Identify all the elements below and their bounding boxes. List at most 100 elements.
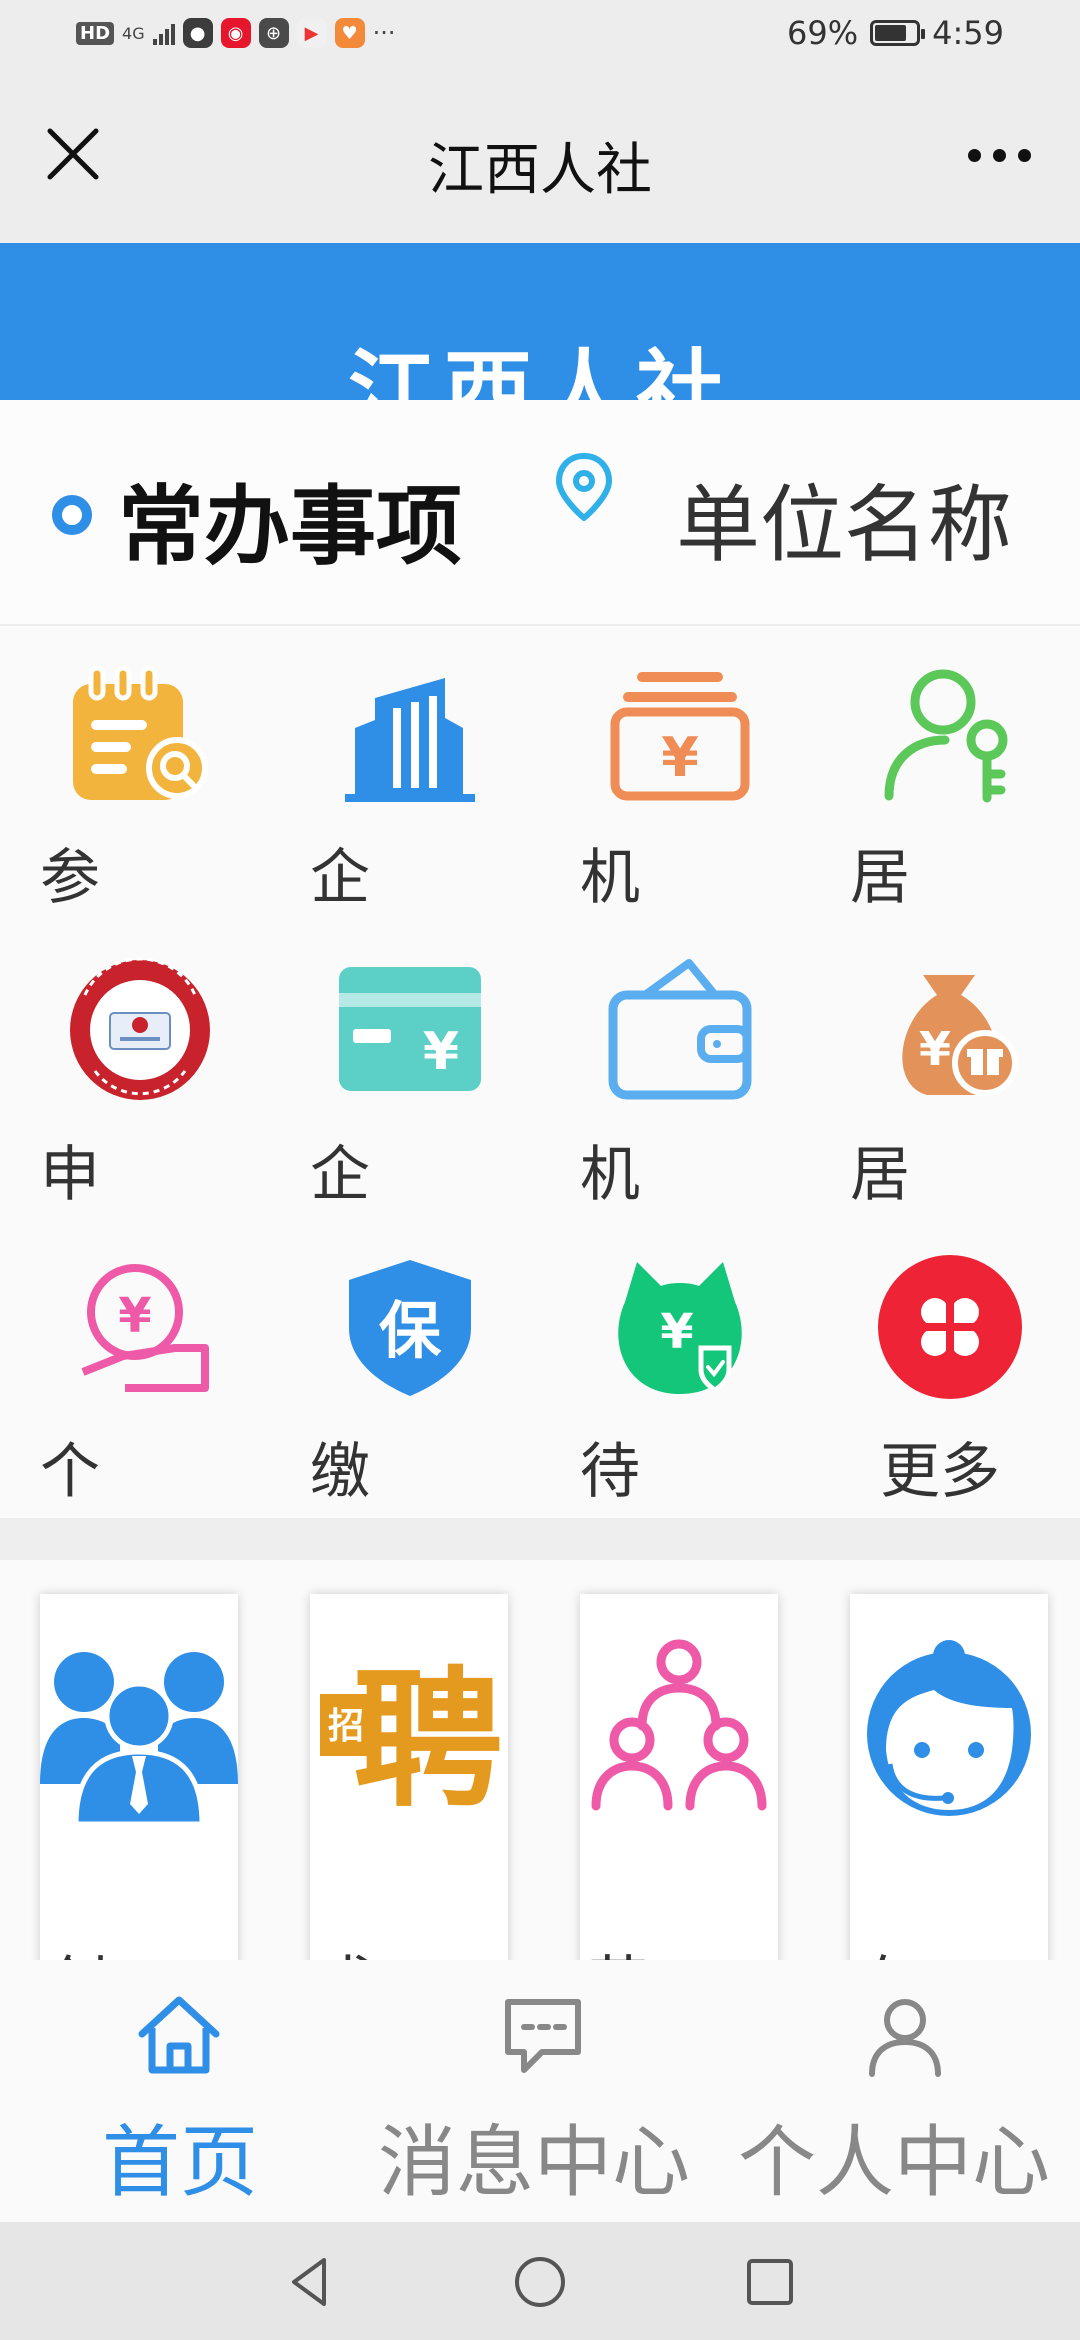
featured-services: 创 聘 招 求 劳 在 xyxy=(0,1560,1080,1960)
battery-percent: 69% xyxy=(787,14,859,52)
svg-text:聘: 聘 xyxy=(353,1654,503,1824)
more-options-button[interactable] xyxy=(954,125,1044,185)
clock: 4:59 xyxy=(932,14,1004,52)
service-label: 居 xyxy=(850,843,910,913)
back-icon[interactable] xyxy=(280,2252,340,2312)
video-icon: ▶ xyxy=(296,18,327,48)
banner: 江西人社 xyxy=(0,243,1080,400)
section-title: 常办事项 xyxy=(118,477,462,577)
health-app-icon: ♥ xyxy=(334,18,365,48)
tab-messages[interactable]: 消息中心 xyxy=(378,1960,708,2222)
service-item[interactable]: ¥ 机 xyxy=(540,626,810,923)
page-title: 江西人社 xyxy=(428,138,652,203)
network-people-icon xyxy=(591,1639,767,1811)
signal-icon xyxy=(152,21,175,45)
more-apps-icon xyxy=(878,1255,1022,1399)
unit-name-selector[interactable]: 单位名称 xyxy=(676,458,1012,579)
service-label: 企 xyxy=(310,1140,370,1210)
svg-text:¥: ¥ xyxy=(660,1304,693,1360)
customer-service-icon xyxy=(867,1640,1031,1816)
wallet-icon xyxy=(608,959,752,1100)
service-label: 企 xyxy=(310,843,370,913)
service-item[interactable]: 企 xyxy=(270,626,540,923)
message-icon xyxy=(505,1999,581,2073)
yuan-shield-icon: ¥ xyxy=(618,1262,742,1394)
service-label: 缴 xyxy=(310,1437,370,1507)
network-type: 4G xyxy=(122,23,145,43)
recents-icon[interactable] xyxy=(740,2252,800,2312)
featured-label: 劳 xyxy=(588,1936,648,1960)
service-item[interactable]: ¥ 企 xyxy=(270,923,540,1220)
featured-card[interactable]: 在 xyxy=(850,1594,1048,1960)
service-label: 申 xyxy=(40,1140,100,1210)
person-icon xyxy=(869,1999,941,2077)
status-bar: HD 4G ● ◉ ⊕ ▶ ♥ ··· 69% 4:59 xyxy=(0,0,1080,75)
home-icon xyxy=(138,1996,220,2074)
service-item[interactable]: 参 xyxy=(0,626,270,923)
wechat-icon: ● xyxy=(182,18,213,48)
service-label: 机 xyxy=(580,1140,640,1210)
recruit-pin-icon: 聘 招 xyxy=(320,1654,503,1824)
battery-icon xyxy=(870,20,926,46)
tab-profile[interactable]: 个人中心 xyxy=(738,1960,1068,2222)
shield-bao-icon: 保 xyxy=(349,1260,471,1396)
svg-text:¥: ¥ xyxy=(919,1022,951,1076)
hand-coin-icon: ¥ xyxy=(81,1264,209,1392)
service-label: 个 xyxy=(40,1437,100,1507)
bottom-navigation: 首页 消息中心 个人中心 xyxy=(0,1960,1080,2222)
bank-card-yuan-icon: ¥ xyxy=(339,967,481,1091)
service-item[interactable]: ¥ 待 xyxy=(540,1220,810,1517)
home-circle-icon[interactable] xyxy=(510,2252,570,2312)
svg-text:保: 保 xyxy=(379,1294,442,1367)
location-pin-icon[interactable] xyxy=(552,452,616,522)
status-icons-left: HD 4G ● ◉ ⊕ ▶ ♥ ··· xyxy=(76,18,395,48)
money-bag-gift-icon: ¥ xyxy=(902,975,1018,1096)
weibo-icon: ◉ xyxy=(220,18,251,48)
featured-card[interactable]: 创 xyxy=(40,1594,238,1960)
dot-icon xyxy=(992,148,1006,162)
service-item[interactable]: 保 缴 xyxy=(270,1220,540,1517)
tab-label: 消息中心 xyxy=(378,2118,691,2208)
battery-fill xyxy=(875,25,906,41)
more-notifications: ··· xyxy=(372,19,396,47)
svg-text:¥: ¥ xyxy=(118,1288,151,1344)
service-grid: 参 企 ¥ 机 居 申 ¥ 企 机 ¥ 居 ¥ 个 保 缴 ¥ 待 更多 xyxy=(0,626,1080,1518)
common-items-header: 常办事项 单位名称 xyxy=(0,400,1080,624)
service-item[interactable]: ¥ 个 xyxy=(0,1220,270,1517)
service-item[interactable]: ¥ 居 xyxy=(810,923,1080,1220)
svg-text:¥: ¥ xyxy=(661,726,699,789)
dot-icon xyxy=(967,148,981,162)
tab-label: 首页 xyxy=(102,2118,259,2208)
svg-text:¥: ¥ xyxy=(423,1022,459,1082)
featured-label: 求 xyxy=(318,1936,378,1960)
featured-card[interactable]: 聘 招 求 xyxy=(310,1594,508,1960)
service-item[interactable]: 居 xyxy=(810,626,1080,923)
service-label: 参 xyxy=(40,843,100,913)
banner-title: 江西人社 xyxy=(347,340,732,400)
featured-card[interactable]: 劳 xyxy=(580,1594,778,1960)
section-dot-icon xyxy=(52,495,92,535)
person-key-icon xyxy=(884,669,1008,803)
mini-program-title-bar: 江西人社 xyxy=(0,75,1080,243)
tab-home[interactable]: 首页 xyxy=(90,1960,270,2222)
social-security-card-icon xyxy=(70,957,210,1100)
service-item-more[interactable]: 更多 xyxy=(810,1220,1080,1517)
building-icon xyxy=(345,678,475,802)
clipboard-search-icon xyxy=(73,665,208,800)
service-label: 机 xyxy=(580,843,640,913)
service-item[interactable]: 申 xyxy=(0,923,270,1220)
browser-icon: ⊕ xyxy=(258,18,289,48)
service-label: 更多 xyxy=(880,1437,1000,1507)
status-icons-right: 69% 4:59 xyxy=(787,14,1004,52)
service-label: 居 xyxy=(850,1140,910,1210)
featured-label: 在 xyxy=(858,1936,918,1960)
yuan-card-icon: ¥ xyxy=(610,672,750,801)
service-item[interactable]: 机 xyxy=(540,923,810,1220)
hd-indicator: HD xyxy=(76,21,115,45)
team-icon xyxy=(40,1652,238,1824)
tab-label: 个人中心 xyxy=(738,2118,1051,2208)
service-label: 待 xyxy=(580,1437,640,1507)
dot-icon xyxy=(1017,148,1031,162)
featured-label: 创 xyxy=(48,1936,108,1960)
svg-text:招: 招 xyxy=(328,1706,364,1747)
